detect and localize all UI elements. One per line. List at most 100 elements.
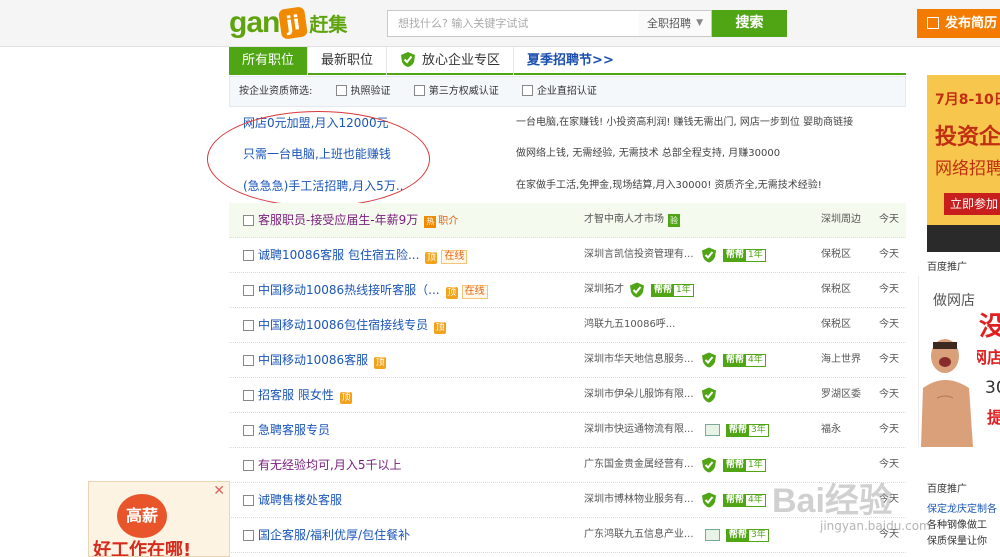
job-title[interactable]: 中国移动10086客服顶 [258, 343, 387, 377]
ad-text: 提 [987, 404, 1000, 428]
job-row[interactable]: 招客服 限女性顶 深圳市伊朵儿服饰有限... 罗湖区委 今天 [229, 378, 906, 413]
job-company[interactable]: 深圳市华天地信息服务... [584, 343, 694, 377]
job-company[interactable]: 深圳市博林物业服务有... [584, 483, 694, 517]
job-company[interactable]: 鸿联九五10086呼... [584, 308, 675, 342]
floating-job-ad[interactable]: 高薪 好工作在哪! ✕ [88, 481, 230, 557]
job-row[interactable]: 国企客服/福利优厚/包住餐补 广东鸿联九五信息产业... 帮帮 3年 今天 [229, 518, 906, 553]
job-company[interactable]: 深圳言凯信投资管理有... [584, 238, 694, 272]
job-checkbox[interactable] [243, 495, 254, 506]
search-category-select[interactable]: 全职招聘 ▼ [639, 10, 712, 37]
tab-all-jobs[interactable]: 所有职位 [229, 47, 309, 75]
job-date: 今天 [879, 424, 899, 435]
bangbang-badge: 帮帮 3年 [726, 423, 769, 437]
filter-checkbox-direct[interactable] [521, 85, 533, 96]
filter-option-third-party[interactable]: 第三方权威认证 [429, 86, 499, 97]
tab-trusted-companies[interactable]: 放心企业专区 [387, 47, 515, 75]
logo-chinese: 赶集 [309, 13, 348, 36]
job-area: 海上世界 [821, 354, 861, 365]
logo-mark: ji [278, 6, 309, 40]
promotion-text: 保质保量让你 [927, 536, 987, 547]
job-checkbox[interactable] [243, 390, 254, 401]
bangbang-badge: 帮帮 1年 [651, 283, 694, 297]
job-company[interactable]: 才智中南人才市场验 [584, 203, 680, 237]
license-card-icon [705, 424, 720, 436]
filter-option-direct[interactable]: 企业直招认证 [537, 86, 597, 97]
job-company[interactable]: 广东鸿联九五信息产业... [584, 518, 694, 552]
promotion-link[interactable]: 保定龙庆定制各 [927, 502, 1000, 518]
top-bar: gan ji 赶集 想找什么? 输入关键字试试 全职招聘 ▼ 搜索 发布简历 [0, 0, 1000, 47]
top-badge: 顶 [339, 392, 352, 404]
job-area: 保税区 [821, 284, 851, 295]
job-checkbox[interactable] [243, 530, 254, 541]
job-row[interactable]: 急聘客服专员 深圳市快运通物流有限... 帮帮 3年 福永 今天 [229, 413, 906, 448]
ad-join-button[interactable]: 立即参加 [944, 193, 1000, 215]
job-checkbox[interactable] [243, 250, 254, 261]
job-checkbox[interactable] [243, 460, 254, 471]
shield-check-icon [702, 352, 716, 368]
company-credentials: 帮帮 4年 [701, 492, 766, 508]
ganji-logo[interactable]: gan ji 赶集 [229, 6, 347, 40]
license-card-icon [705, 529, 720, 541]
shield-check-icon [702, 492, 716, 508]
job-row[interactable]: 客服职员-接受应届生-年薪9万热职介 才智中南人才市场验 深圳周边 今天 [229, 203, 906, 238]
online-badge: 在线 [461, 285, 488, 299]
filter-option-license[interactable]: 执照验证 [351, 86, 391, 97]
job-title[interactable]: 中国移动10086热线接听客服（... 顶在线 [258, 273, 488, 307]
hot-agency-badge: 热职介 [424, 216, 459, 228]
job-checkbox[interactable] [243, 285, 254, 296]
job-row[interactable]: 有无经验均可,月入5千以上 广东国金贵金属经营有... 帮帮 1年 今天 [229, 448, 906, 483]
job-company[interactable]: 深圳市伊朵儿服饰有限... [584, 378, 694, 412]
job-area: 福永 [821, 424, 841, 435]
promo-description: 做网络上钱, 无需经验, 无需技术 总部全程支持, 月赚30000 [516, 148, 781, 159]
ad-footer-strip [927, 225, 1000, 252]
search-button[interactable]: 搜索 [712, 10, 787, 37]
job-title[interactable]: 急聘客服专员 [258, 413, 330, 447]
job-title[interactable]: 有无经验均可,月入5千以上 [258, 448, 401, 482]
job-title[interactable]: 国企客服/福利优厚/包住餐补 [258, 518, 410, 552]
job-company[interactable]: 深圳市快运通物流有限... [584, 413, 694, 447]
job-title[interactable]: 招客服 限女性顶 [258, 378, 352, 412]
shield-check-icon [401, 52, 416, 67]
company-credentials: 帮帮 3年 [705, 422, 769, 438]
job-checkbox[interactable] [243, 355, 254, 366]
baidu-promotion-label: 百度推广 [927, 484, 967, 495]
job-checkbox[interactable] [243, 215, 254, 226]
tab-latest-jobs[interactable]: 最新职位 [308, 47, 388, 75]
job-row[interactable]: 中国移动10086热线接听客服（... 顶在线 深圳拓才 帮帮 1年 保税区 今天 [229, 273, 906, 308]
shield-check-icon [702, 247, 716, 263]
job-checkbox[interactable] [243, 425, 254, 436]
job-title[interactable]: 诚聘10086客服 包住宿五险... 顶在线 [258, 238, 468, 272]
job-area: 保税区 [821, 249, 851, 260]
ad-text: 没 [979, 306, 1000, 343]
promotion-text: 各种钢像做工 [927, 520, 987, 531]
tab-summer-recruitment[interactable]: 夏季招聘节>> [514, 47, 627, 75]
investment-ad-banner[interactable]: 7月8-10日 投资企 网络招聘 立即参加 [927, 75, 1000, 252]
job-area: 保税区 [821, 319, 851, 330]
post-resume-button[interactable]: 发布简历 [917, 9, 1000, 38]
online-shop-ad[interactable]: 做网店 没 做网店 30 提 [918, 276, 1000, 447]
job-row[interactable]: 诚聘10086客服 包住宿五险... 顶在线 深圳言凯信投资管理有... 帮帮 1年… [229, 238, 906, 273]
job-date: 今天 [879, 529, 899, 540]
job-title[interactable]: 客服职员-接受应届生-年薪9万热职介 [258, 203, 458, 239]
close-icon[interactable]: ✕ [213, 483, 225, 499]
job-row[interactable]: 中国移动10086包住宿接线专员顶 鸿联九五10086呼... 保税区 今天 [229, 308, 906, 343]
filter-checkbox-third-party[interactable] [413, 85, 425, 96]
job-row[interactable]: 中国移动10086客服顶 深圳市华天地信息服务... 帮帮 4年 海上世界 今天 [229, 343, 906, 378]
search-input[interactable]: 想找什么? 输入关键字试试 [387, 10, 640, 37]
baidu-promotion-label: 百度推广 [927, 262, 967, 273]
job-checkbox[interactable] [243, 320, 254, 331]
job-date: 今天 [879, 389, 899, 400]
job-title[interactable]: 诚聘售楼处客服 [258, 483, 342, 517]
qualification-filter: 按企业资质筛选: 执照验证 第三方权威认证 企业直招认证 [229, 76, 906, 107]
filter-checkbox-license[interactable] [335, 85, 347, 96]
top-badge: 顶 [445, 287, 458, 299]
chevron-down-icon: ▼ [696, 18, 703, 28]
ad-headline: 投资企 [935, 125, 1000, 150]
shield-check-icon [702, 387, 716, 403]
job-company[interactable]: 广东国金贵金属经营有... [584, 448, 694, 482]
bangbang-badge: 帮帮 3年 [726, 528, 769, 542]
job-row[interactable]: 诚聘售楼处客服 深圳市博林物业服务有... 帮帮 4年 今天 [229, 483, 906, 518]
job-title[interactable]: 中国移动10086包住宿接线专员顶 [258, 308, 447, 342]
job-date: 今天 [879, 494, 899, 505]
job-company[interactable]: 深圳拓才 [584, 273, 624, 307]
